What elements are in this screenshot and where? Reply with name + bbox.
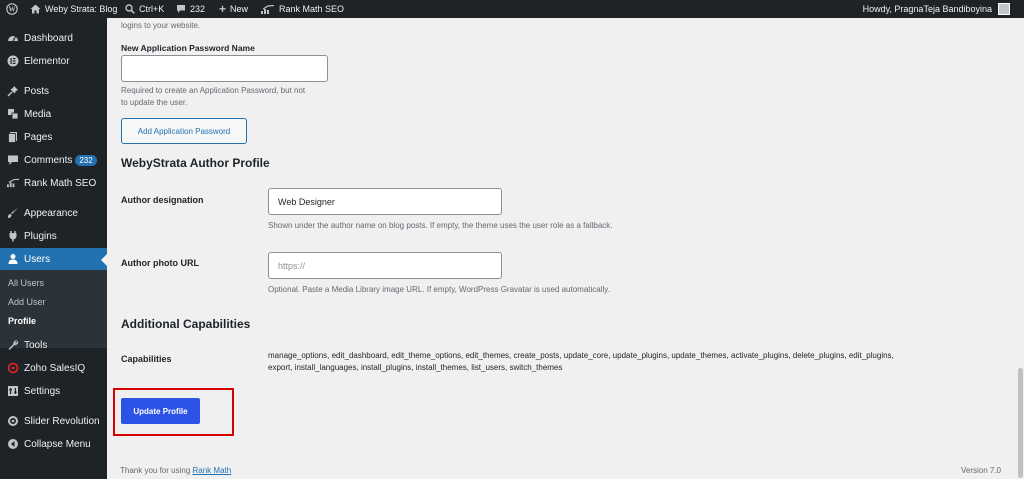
sidebar-item-label: Settings xyxy=(24,385,61,397)
author-photo-label: Author photo URL xyxy=(121,258,199,268)
sidebar-item-label: Media xyxy=(24,108,52,120)
my-account-link[interactable]: Howdy, PragnaTeja Bandiboyina xyxy=(863,0,992,18)
author-photo-url-input[interactable]: https:// xyxy=(268,252,502,279)
rankmath-icon xyxy=(6,176,20,190)
comments-link[interactable]: 232 xyxy=(176,0,205,18)
brush-icon xyxy=(6,206,20,220)
sidebar-item-label: Elementor xyxy=(24,55,70,67)
pages-icon xyxy=(6,130,20,144)
app-password-help-1: Required to create an Application Passwo… xyxy=(121,86,306,95)
search-shortcut-label: Ctrl+K xyxy=(139,4,165,14)
sidebar-item-label: Rank Math SEO xyxy=(24,177,97,189)
app-password-name-label: New Application Password Name xyxy=(121,43,255,53)
footer-thanks: Thank you for using Rank Math xyxy=(120,466,231,475)
collapse-icon xyxy=(6,437,20,451)
sidebar-item-appearance[interactable]: Appearance xyxy=(0,202,107,224)
zoho-icon xyxy=(6,361,20,375)
sidebar-item-dashboard[interactable]: Dashboard xyxy=(0,27,107,49)
settings-icon xyxy=(6,384,20,398)
author-designation-help: Shown under the author name on blog post… xyxy=(268,221,613,230)
elementor-icon xyxy=(6,54,20,68)
app-password-help-2: to update the user. xyxy=(121,98,188,107)
capabilities-list-line-2: export, install_languages, install_plugi… xyxy=(268,363,563,372)
scrollbar-thumb[interactable] xyxy=(1018,368,1023,478)
sidebar-item-zoho-salesiq[interactable]: Zoho SalesIQ xyxy=(0,357,107,379)
rank-math-footer-link[interactable]: Rank Math xyxy=(193,466,232,475)
add-application-password-button[interactable]: Add Application Password xyxy=(121,118,247,144)
author-designation-input[interactable]: Web Designer xyxy=(268,188,502,215)
author-profile-heading: WebyStrata Author Profile xyxy=(121,156,270,170)
footer-version: Version 7.0 xyxy=(960,466,1001,475)
svg-text:W: W xyxy=(9,6,16,14)
additional-capabilities-heading: Additional Capabilities xyxy=(121,317,251,331)
sidebar-item-pages[interactable]: Pages xyxy=(0,126,107,148)
search-shortcut[interactable]: Ctrl+K xyxy=(125,0,164,18)
sidebar-item-label: Comments xyxy=(24,154,73,166)
footer-thanks-text: Thank you for using xyxy=(120,466,191,475)
wordpress-logo-icon[interactable]: W xyxy=(6,0,18,18)
submenu-profile[interactable]: Profile xyxy=(8,316,36,326)
sidebar-item-rank-math-seo[interactable]: Rank Math SEO xyxy=(0,172,107,194)
sidebar-item-label: Tools xyxy=(24,339,48,351)
submenu-all-users[interactable]: All Users xyxy=(8,278,44,288)
sidebar-item-label: Zoho SalesIQ xyxy=(24,362,86,374)
avatar[interactable] xyxy=(998,3,1010,15)
sidebar-item-plugins[interactable]: Plugins xyxy=(0,225,107,247)
capabilities-list-line-1: manage_options, edit_dashboard, edit_the… xyxy=(268,351,894,360)
comments-badge: 232 xyxy=(75,154,97,166)
update-profile-button[interactable]: Update Profile xyxy=(121,398,200,424)
author-designation-label: Author designation xyxy=(121,195,204,205)
sidebar-item-elementor[interactable]: Elementor xyxy=(0,50,107,72)
howdy-text: Howdy, PragnaTeja Bandiboyina xyxy=(862,4,992,14)
new-content-link[interactable]: + New xyxy=(219,0,248,18)
sidebar-item-slider-revolution[interactable]: Slider Revolution xyxy=(0,410,107,432)
plus-icon: + xyxy=(219,2,227,16)
sidebar-item-label: Users xyxy=(24,253,51,265)
rankmath-label: Rank Math SEO xyxy=(279,4,345,14)
app-password-name-input[interactable] xyxy=(121,55,328,82)
collapse-menu-button[interactable]: Collapse Menu xyxy=(0,433,107,455)
media-icon xyxy=(6,107,20,121)
sidebar-item-label: Dashboard xyxy=(24,32,73,44)
page-scrollbar[interactable] xyxy=(1017,18,1024,479)
sidebar-item-users[interactable]: Users xyxy=(0,248,107,270)
sidebar-item-label: Collapse Menu xyxy=(24,438,91,450)
search-icon xyxy=(125,4,135,14)
author-photo-help: Optional. Paste a Media Library image UR… xyxy=(268,285,610,294)
sidebar-item-comments[interactable]: Comments 232 xyxy=(0,149,107,171)
rankmath-link[interactable]: Rank Math SEO xyxy=(261,0,344,18)
home-icon xyxy=(30,4,41,14)
comment-icon xyxy=(177,5,185,13)
comments-count: 232 xyxy=(190,4,206,14)
plugin-icon xyxy=(6,229,20,243)
app-password-intro: logins to your website. xyxy=(121,21,201,30)
capabilities-label: Capabilities xyxy=(121,354,172,364)
user-icon xyxy=(6,252,20,266)
sidebar-item-tools[interactable]: Tools xyxy=(0,334,107,356)
site-name: Weby Strata: Blog xyxy=(45,4,118,14)
dashboard-icon xyxy=(6,31,20,45)
submenu-add-user[interactable]: Add User xyxy=(8,297,46,307)
sidebar-item-posts[interactable]: Posts xyxy=(0,80,107,102)
sidebar-item-label: Slider Revolution xyxy=(24,415,100,427)
admin-bar: W Weby Strata: Blog Ctrl+K 232 + New Ran… xyxy=(0,0,1024,18)
wrench-icon xyxy=(6,338,20,352)
site-name-link[interactable]: Weby Strata: Blog xyxy=(30,0,117,18)
admin-sidebar: Dashboard Elementor Posts Media Pages Co… xyxy=(0,18,107,479)
sidebar-item-label: Plugins xyxy=(24,230,57,242)
pin-icon xyxy=(6,84,20,98)
sidebar-item-label: Posts xyxy=(24,85,50,97)
sidebar-item-media[interactable]: Media xyxy=(0,103,107,125)
slider-revolution-icon xyxy=(6,414,20,428)
sidebar-item-label: Pages xyxy=(24,131,53,143)
sidebar-item-label: Appearance xyxy=(24,207,78,219)
comment-icon xyxy=(6,153,20,167)
new-label: New xyxy=(230,4,249,14)
profile-form: logins to your website. New Application … xyxy=(107,18,1017,479)
rankmath-icon xyxy=(261,4,275,14)
sidebar-item-settings[interactable]: Settings xyxy=(0,380,107,402)
